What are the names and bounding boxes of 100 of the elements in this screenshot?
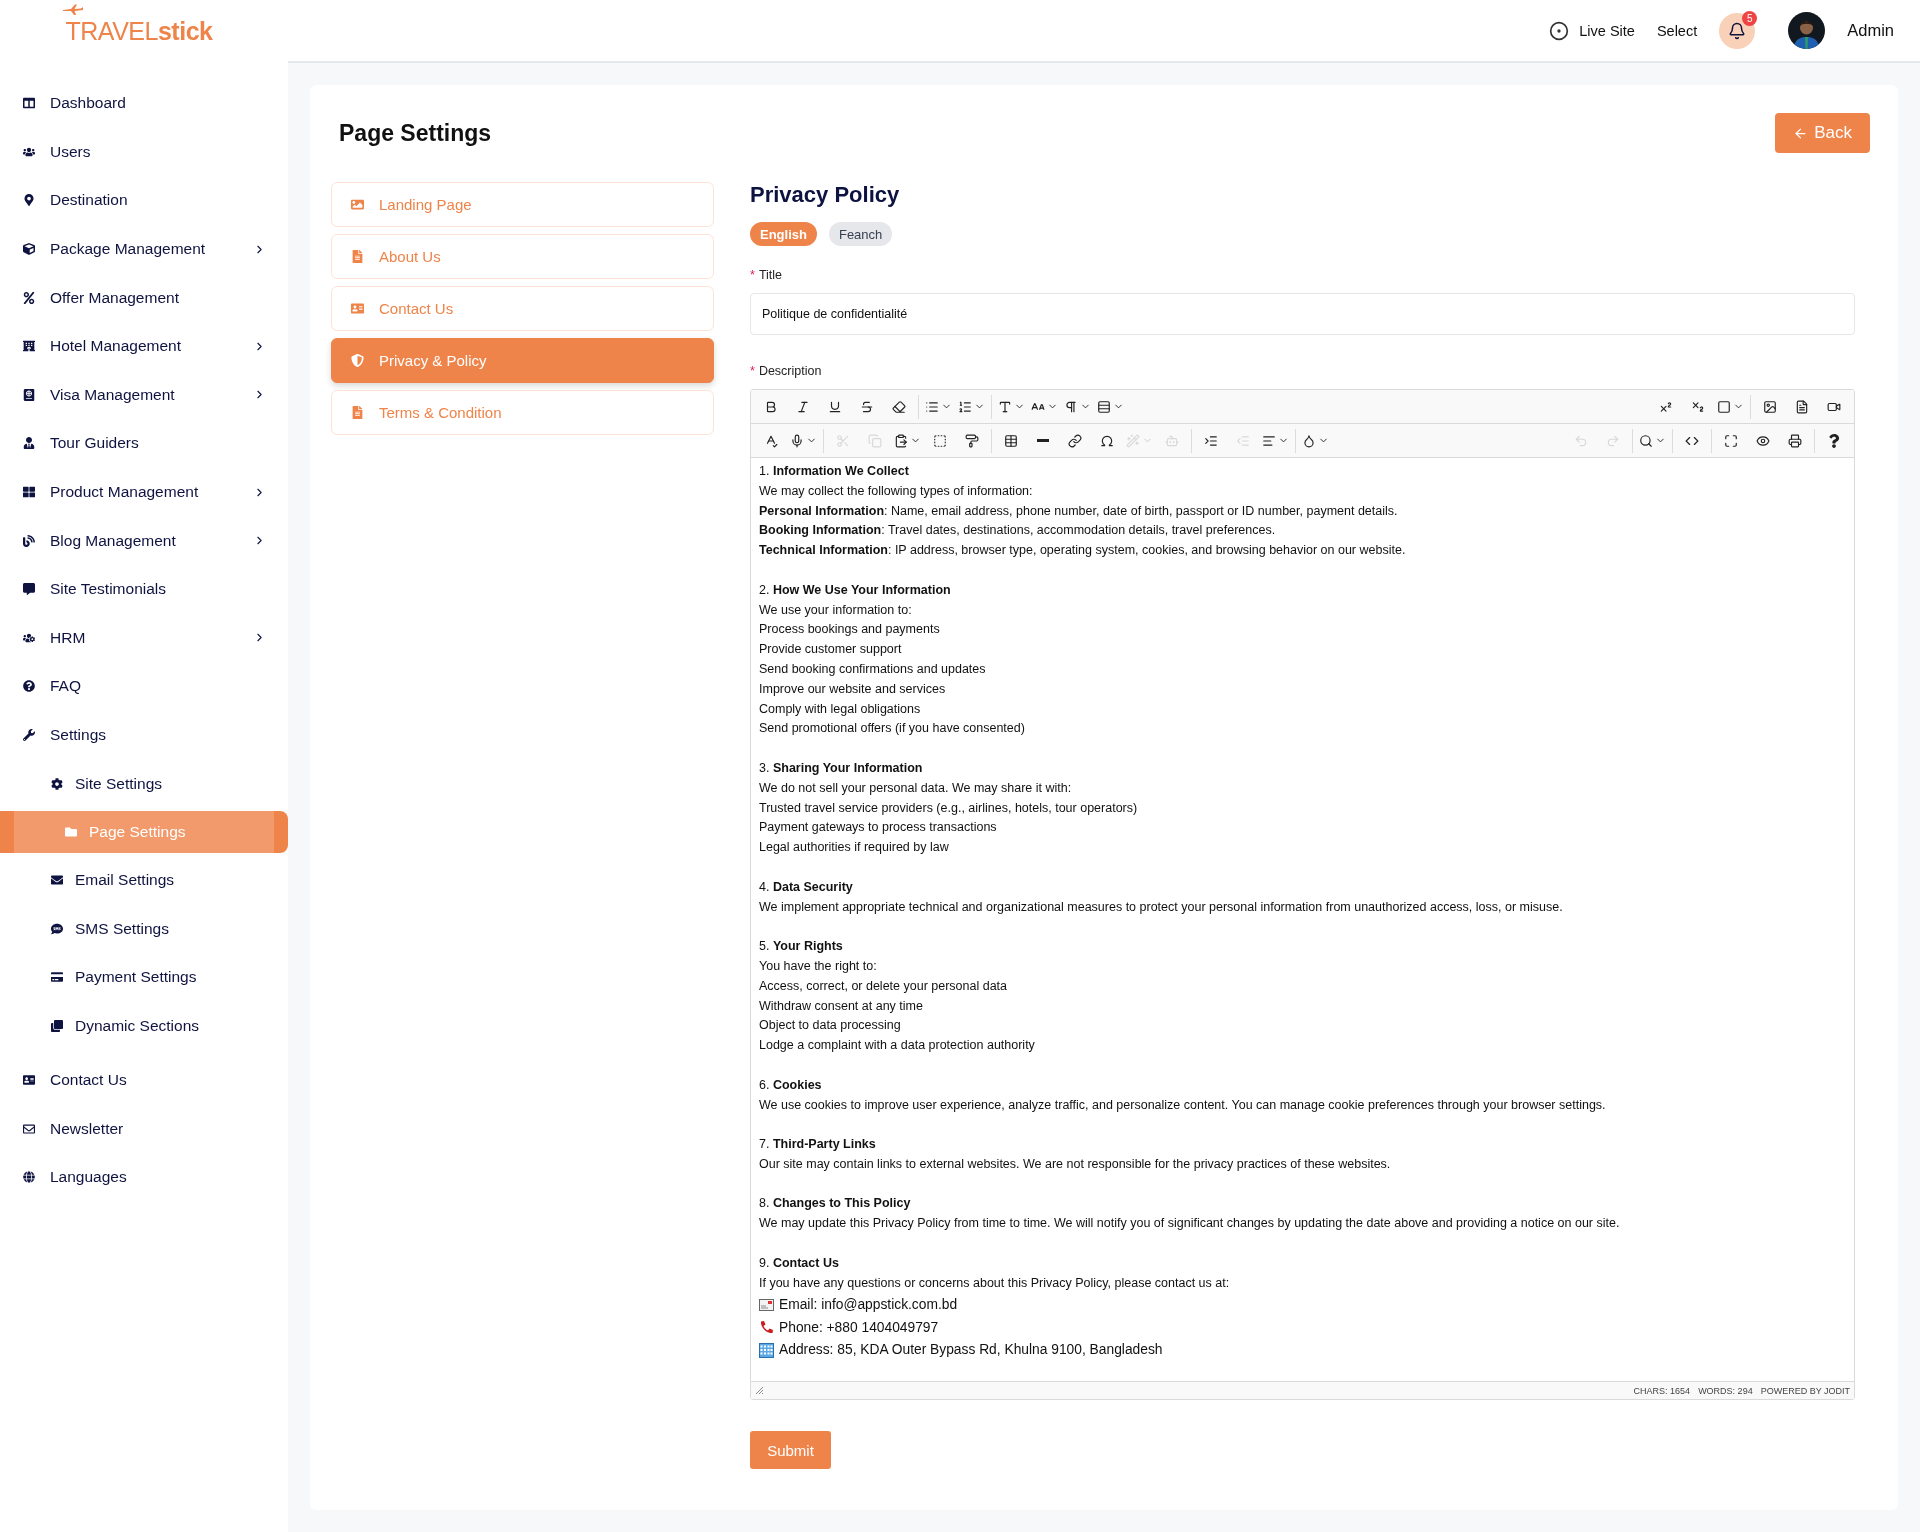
sidebar-item[interactable]: Languages — [0, 1153, 288, 1202]
paragraph-line: Technical Information: IP address, browser type, operating system, cookies, and browsing behavior on our website. — [759, 543, 1406, 558]
sidebar-subitem[interactable]: SMS Settings — [0, 904, 288, 953]
select-dropdown[interactable]: Select — [1656, 22, 1698, 39]
document-icon — [350, 250, 364, 263]
rich-text-editor[interactable] — [750, 389, 1855, 1401]
required-mark: * — [750, 268, 755, 282]
settings-icon — [50, 777, 63, 790]
paragraph-line: Legal authorities if required by law — [759, 840, 949, 855]
paragraph-line: We use your information to: — [759, 602, 912, 617]
folder-icon — [64, 825, 77, 838]
map-pin-icon — [22, 194, 35, 207]
paragraph-line: Withdraw consent at any time — [759, 998, 923, 1013]
required-mark: * — [750, 364, 755, 378]
sidebar-item[interactable]: Package Management — [0, 224, 288, 274]
sidebar-item[interactable]: FAQ — [0, 662, 288, 711]
cube-icon — [22, 243, 35, 256]
contact-line: Email: info@appstick.com.bd — [779, 1295, 958, 1314]
paragraph-line: Improve our website and services — [759, 681, 946, 696]
users-gear-icon — [22, 631, 35, 644]
section-heading: 8. Changes to This Policy — [759, 1196, 911, 1211]
user-icon — [22, 437, 35, 450]
page-title: Page Settings — [339, 119, 492, 147]
paragraph-line: Booking Information: Travel dates, destinations, accommodation details, travel preferences. — [759, 523, 1276, 538]
resize-handle-icon[interactable] — [756, 1387, 763, 1395]
bell-icon — [1728, 21, 1747, 40]
paragraph-line: Payment gateways to process transactions — [759, 820, 997, 835]
paragraph-line: Lodge a complaint with a data protection authority — [759, 1038, 1035, 1053]
paragraph-line: You have the right to: — [759, 958, 877, 973]
sidebar-item[interactable]: Site Testimonials — [0, 564, 288, 614]
section-heading: 9. Contact Us — [759, 1255, 839, 1270]
paragraph-line: Send booking confirmations and updates — [759, 661, 986, 676]
sidebar-item[interactable]: Visa Management — [0, 370, 288, 420]
paragraph-line: Access, correct, or delete your personal data — [759, 978, 1008, 993]
paragraph-line: Object to data processing — [759, 1018, 901, 1033]
sidebar-subitem[interactable]: Site Settings — [0, 759, 288, 808]
sidebar-subitem[interactable]: Payment Settings — [0, 952, 288, 1002]
sidebar-item[interactable]: Blog Management — [0, 516, 288, 565]
image-icon — [350, 198, 364, 211]
sms-icon — [50, 922, 63, 935]
contact-line: Phone: +880 1404049797 — [779, 1318, 939, 1337]
powered-by-link[interactable]: POWERED BY JODIT — [1760, 1385, 1850, 1396]
paragraph-line: We use cookies to improve user experience, analyze traffic, and personalize content. You can manage cookie preferences through your browser settings. — [759, 1097, 1606, 1112]
building-icon — [759, 1342, 774, 1358]
word-count: WORDS: 294 — [1698, 1385, 1753, 1396]
sidebar-subitem[interactable]: Email Settings — [0, 855, 288, 905]
sidebar-item[interactable]: HRM — [0, 613, 288, 663]
question-icon — [22, 680, 35, 693]
user-name[interactable]: Admin — [1847, 21, 1894, 40]
comment-icon — [22, 583, 35, 596]
field-label: Title — [758, 268, 783, 282]
wrench-icon — [22, 729, 35, 741]
contact-card-icon — [350, 302, 364, 315]
title-field[interactable]: Politique de confidentialité — [750, 293, 1855, 335]
layers-icon — [50, 1019, 63, 1032]
paragraph-line: We do not sell your personal data. We may share it with: — [759, 780, 1072, 795]
notification-button[interactable]: 5 — [1719, 12, 1756, 49]
document-icon — [350, 406, 364, 419]
sidebar-item[interactable]: Newsletter — [0, 1104, 288, 1153]
users-icon — [22, 145, 35, 158]
paragraph-line: Comply with legal obligations — [759, 701, 921, 716]
section-heading: 4. Data Security — [759, 879, 853, 894]
sidebar-item[interactable]: Destination — [0, 176, 288, 225]
paragraph-line: Process bookings and payments — [759, 622, 940, 637]
paragraph-line: Trusted travel service providers (e.g., airlines, hotels, tour operators) — [759, 800, 1138, 815]
form-heading: Privacy Policy — [750, 182, 901, 208]
paragraph-line: If you have any questions or concerns about this Privacy Policy, please contact us at: — [759, 1275, 1230, 1290]
sidebar-item[interactable]: Offer Management — [0, 273, 288, 322]
phone-icon — [759, 1320, 774, 1335]
section-heading: 7. Third-Party Links — [759, 1137, 876, 1152]
shield-icon — [350, 354, 364, 367]
paragraph-line: We may update this Privacy Policy from time to time. We will notify you of significant changes by updating the date above and providing a notice on our site. — [759, 1216, 1620, 1231]
section-heading: 3. Sharing Your Information — [759, 760, 923, 775]
sidebar-subitem[interactable]: Dynamic Sections — [0, 1001, 288, 1050]
credit-card-icon — [50, 971, 63, 984]
envelope-icon — [759, 1298, 774, 1311]
envelope-icon — [50, 874, 63, 887]
sidebar-item[interactable]: Dashboard — [0, 79, 288, 128]
contact-line: Address: 85, KDA Outer Bypass Rd, Khulna 9100, Bangladesh — [779, 1341, 1163, 1360]
paragraph-line: We may collect the following types of information: — [759, 483, 1033, 498]
contact-card-icon — [22, 1074, 35, 1087]
blog-icon — [22, 534, 35, 547]
sidebar-item[interactable]: Tour Guiders — [0, 419, 288, 468]
grid-icon — [22, 486, 35, 499]
plane-icon — [61, 4, 84, 16]
sidebar-item[interactable]: Settings — [0, 710, 288, 760]
language-tab[interactable]: Feanch — [828, 222, 893, 246]
section-heading: 6. Cookies — [759, 1077, 822, 1092]
sidebar-item[interactable]: Contact Us — [0, 1055, 288, 1105]
percent-icon — [22, 291, 35, 304]
live-site-link[interactable]: Live Site — [1579, 22, 1635, 39]
section-heading: 1. Information We Collect — [759, 464, 909, 478]
sidebar-item[interactable]: Hotel Management — [0, 321, 288, 371]
paragraph-line: We implement appropriate technical and organizational measures to protect your personal information from unauthorized access, loss, or misuse. — [759, 899, 1563, 914]
dashboard-icon — [22, 97, 35, 110]
paragraph-line: Send promotional offers (if you have consented) — [759, 721, 1025, 736]
sidebar-item[interactable]: Users — [0, 127, 288, 177]
field-label: Description — [758, 364, 822, 378]
sidebar-item[interactable]: Product Management — [0, 467, 288, 517]
globe-icon — [22, 1171, 35, 1184]
